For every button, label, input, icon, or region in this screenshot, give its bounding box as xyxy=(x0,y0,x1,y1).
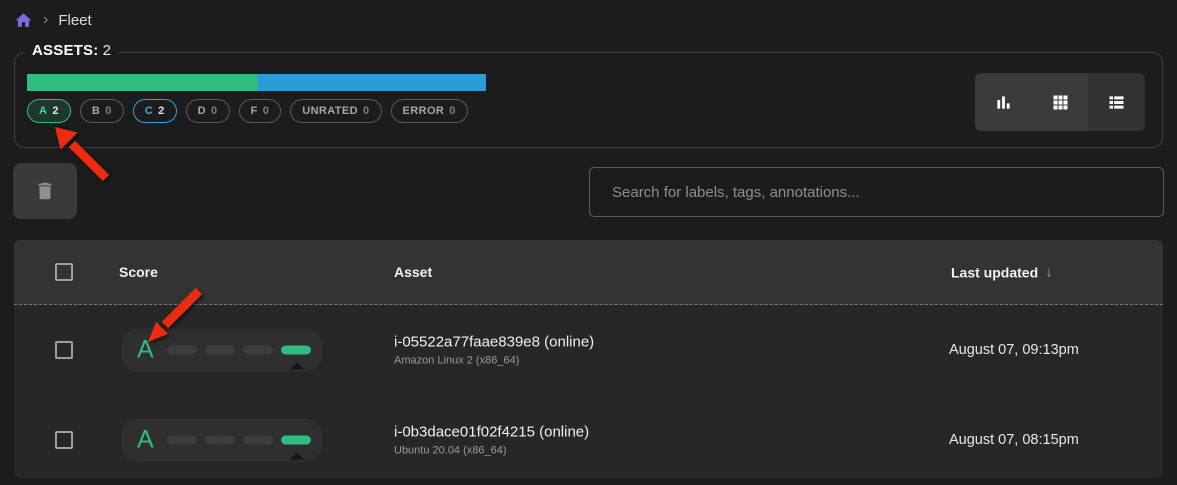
grade-filter-pills: A 2 B 0 C 2 D 0 F 0 UNRATED 0 ERROR 0 xyxy=(27,99,468,123)
fleet-page: › Fleet ASSETS: 2 A 2 B 0 C 2 D 0 F 0 UN… xyxy=(0,0,1177,485)
table-row[interactable]: A i-0b3dace01f02f4215 (online) Ubuntu 20… xyxy=(14,395,1163,478)
column-header-last-updated[interactable]: Last updated ↓ xyxy=(951,264,1053,281)
breadcrumb: › Fleet xyxy=(14,11,92,30)
grade-pill-f[interactable]: F 0 xyxy=(238,99,282,123)
score-grade: A xyxy=(137,425,154,454)
asset-cell: i-05522a77faae839e8 (online) Amazon Linu… xyxy=(394,334,594,367)
column-header-score[interactable]: Score xyxy=(119,264,158,280)
assets-legend-label: ASSETS: xyxy=(32,42,99,59)
grade-pill-d[interactable]: D 0 xyxy=(185,99,230,123)
grade-pill-b[interactable]: B 0 xyxy=(79,99,124,123)
score-bar xyxy=(204,345,235,355)
score-grade: A xyxy=(137,335,154,364)
pill-count: 0 xyxy=(262,105,270,117)
pill-count: 0 xyxy=(362,105,370,117)
home-icon[interactable] xyxy=(14,11,33,30)
breadcrumb-current: Fleet xyxy=(58,12,92,29)
score-bars xyxy=(166,435,311,445)
row-checkbox[interactable] xyxy=(55,431,73,449)
delete-button[interactable] xyxy=(13,163,77,219)
column-header-asset[interactable]: Asset xyxy=(394,264,432,280)
assets-panel: ASSETS: 2 A 2 B 0 C 2 D 0 F 0 UNRATED 0 … xyxy=(14,42,1163,148)
asset-name[interactable]: i-0b3dace01f02f4215 (online) xyxy=(394,424,589,441)
last-updated-value: August 07, 08:15pm xyxy=(949,432,1079,448)
score-marker-icon xyxy=(290,452,304,460)
distribution-segment-a xyxy=(27,74,259,91)
score-widget: A xyxy=(122,418,322,462)
score-bar-active xyxy=(280,345,311,355)
grade-pill-unrated[interactable]: UNRATED 0 xyxy=(290,99,382,123)
breadcrumb-separator: › xyxy=(43,10,49,28)
score-distribution-bar xyxy=(27,74,486,91)
list-icon xyxy=(1109,95,1124,109)
pill-label: B xyxy=(91,105,101,117)
pill-label: UNRATED xyxy=(302,105,358,117)
last-updated-label: Last updated xyxy=(951,264,1039,280)
grade-pill-a[interactable]: A 2 xyxy=(27,99,71,123)
pill-count: 2 xyxy=(158,105,165,117)
last-updated-value: August 07, 09:13pm xyxy=(949,342,1079,358)
select-all-checkbox[interactable] xyxy=(55,263,73,281)
score-bar xyxy=(242,435,273,445)
grade-pill-c[interactable]: C 2 xyxy=(132,99,177,123)
pill-label: F xyxy=(250,105,258,117)
pill-count: 0 xyxy=(105,105,112,117)
distribution-segment-c xyxy=(258,74,486,91)
assets-count: 2 xyxy=(102,42,111,59)
trash-icon xyxy=(38,182,52,200)
grid-view-button[interactable] xyxy=(1031,73,1089,131)
asset-platform: Ubuntu 20.04 (x86_64) xyxy=(394,444,507,457)
table-header: Score Asset Last updated ↓ xyxy=(14,240,1163,305)
score-bar xyxy=(166,345,197,355)
grid-icon xyxy=(1053,95,1067,109)
score-bar xyxy=(204,435,235,445)
view-toggle-group xyxy=(975,73,1145,131)
chart-view-button[interactable] xyxy=(975,73,1032,131)
pill-label: C xyxy=(144,105,154,117)
score-bar xyxy=(242,345,273,355)
score-bars xyxy=(166,345,311,355)
grade-pill-error[interactable]: ERROR 0 xyxy=(390,99,468,123)
score-bar-active xyxy=(280,435,311,445)
score-widget: A xyxy=(122,328,322,372)
score-marker-icon xyxy=(290,362,304,370)
asset-name[interactable]: i-05522a77faae839e8 (online) xyxy=(394,334,594,351)
pill-label: A xyxy=(39,105,48,117)
pill-count: 2 xyxy=(52,105,59,117)
assets-table: Score Asset Last updated ↓ A i-05522a77f… xyxy=(14,240,1163,478)
list-view-button[interactable] xyxy=(1088,73,1145,131)
assets-legend: ASSETS: 2 xyxy=(25,42,118,59)
score-bar xyxy=(166,435,197,445)
bar-chart-icon xyxy=(997,95,1010,109)
asset-platform: Amazon Linux 2 (x86_64) xyxy=(394,354,520,367)
sort-descending-icon: ↓ xyxy=(1045,263,1053,281)
pill-count: 0 xyxy=(211,105,218,117)
asset-cell: i-0b3dace01f02f4215 (online) Ubuntu 20.0… xyxy=(394,424,589,457)
row-checkbox[interactable] xyxy=(55,341,73,359)
pill-count: 0 xyxy=(449,105,456,117)
search-input[interactable] xyxy=(589,167,1164,217)
pill-label: ERROR xyxy=(402,105,445,117)
table-row[interactable]: A i-05522a77faae839e8 (online) Amazon Li… xyxy=(14,305,1163,395)
pill-label: D xyxy=(197,105,207,117)
